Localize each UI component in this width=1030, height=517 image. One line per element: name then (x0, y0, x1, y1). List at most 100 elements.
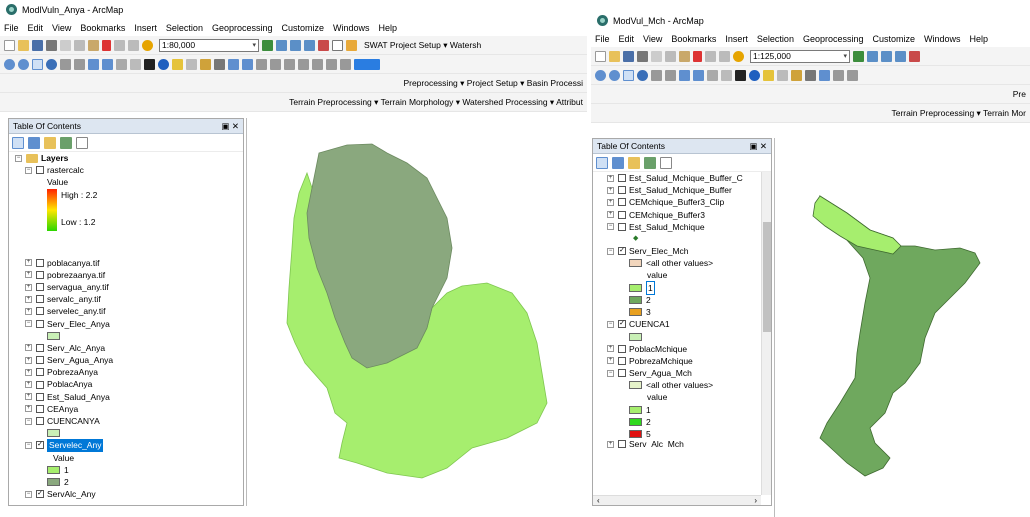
menu-customize[interactable]: Customize (282, 23, 325, 33)
layer-checkbox[interactable] (36, 166, 44, 175)
catalog-icon[interactable] (290, 39, 301, 51)
table-of-contents-icon[interactable] (276, 39, 287, 51)
layer-rastercalc[interactable]: − rastercalc (15, 164, 243, 176)
layer-cuenca1[interactable]: − ✓ CUENCA1 (607, 318, 771, 330)
scroll-left-icon[interactable]: ‹ (597, 496, 600, 505)
basin-icon[interactable] (340, 58, 351, 70)
archydro-menus[interactable]: Terrain Preprocessing ▾ Terrain Mor (892, 108, 1027, 119)
list-by-visibility-icon[interactable] (628, 156, 640, 169)
flow-accumulation-icon[interactable] (312, 58, 323, 70)
forward-extent-icon[interactable] (102, 58, 113, 70)
map-view[interactable] (774, 138, 1030, 517)
expand-icon[interactable]: + (25, 368, 32, 376)
color-ramp-icon[interactable] (354, 58, 380, 70)
add-data-icon[interactable] (142, 39, 153, 51)
copy-icon[interactable] (665, 50, 676, 62)
time-slider-icon[interactable] (833, 69, 844, 81)
layer-serv-alc-anya[interactable]: + Serv_Alc_Anya (15, 342, 243, 354)
layer-servalc-any[interactable]: − ✓ ServAlc_Any (15, 488, 243, 500)
editor-toolbar-icon[interactable] (262, 39, 273, 51)
select-features-icon[interactable] (707, 69, 718, 81)
layer-serv-alc-mch[interactable]: + Serv_Alc_Mch (607, 440, 771, 449)
model-builder-icon[interactable] (346, 39, 357, 51)
layer-checkbox-checked[interactable]: ✓ (618, 247, 626, 256)
editor-toolbar-icon[interactable] (853, 50, 864, 62)
expand-icon[interactable]: + (607, 186, 614, 194)
swat-project-setup-menu[interactable]: SWAT Project Setup ▾ Watersh (364, 40, 481, 51)
layer-est-salud-buffer-c[interactable]: + Est_Salud_Mchique_Buffer_C (607, 172, 771, 184)
collapse-icon[interactable]: − (25, 490, 32, 498)
layer-pobreza-anya[interactable]: + PobrezaAnya (15, 366, 243, 378)
list-by-selection-icon[interactable] (60, 136, 72, 149)
layer-checkbox[interactable] (36, 295, 44, 304)
zoom-out-icon[interactable] (18, 58, 29, 70)
layer-checkbox[interactable] (36, 404, 44, 413)
menu-edit[interactable]: Edit (28, 23, 44, 33)
collapse-icon[interactable]: − (25, 166, 32, 174)
undo-icon[interactable] (114, 39, 125, 51)
layer-cemchique-buffer3-clip[interactable]: + CEMchique_Buffer3_Clip (607, 196, 771, 208)
select-elements-icon[interactable] (144, 58, 155, 70)
paste-icon[interactable] (88, 39, 99, 51)
layer-checkbox[interactable] (36, 392, 44, 401)
expand-icon[interactable]: + (607, 345, 614, 353)
layer-cuencanya[interactable]: − CUENCANYA (15, 415, 243, 427)
cut-icon[interactable] (60, 39, 71, 51)
expand-icon[interactable]: + (25, 307, 32, 315)
layer-checkbox[interactable] (618, 440, 626, 449)
expand-icon[interactable]: + (607, 357, 614, 365)
layer-label-selected[interactable]: Servelec_Any (47, 439, 104, 452)
fixed-zoom-out-icon[interactable] (665, 69, 676, 81)
layer-checkbox[interactable] (618, 198, 626, 207)
scroll-right-icon[interactable]: › (754, 496, 757, 505)
layer-checkbox[interactable] (618, 356, 626, 365)
layer-checkbox[interactable] (36, 368, 44, 377)
layer-poblac-anya[interactable]: + PoblacAnya (15, 378, 243, 390)
fixed-zoom-in-icon[interactable] (651, 69, 662, 81)
expand-icon[interactable]: + (607, 440, 614, 448)
find-route-icon[interactable] (805, 69, 816, 81)
layer-servelec-any[interactable]: − ✓ Servelec_Any (15, 439, 243, 452)
menu-geoprocessing[interactable]: Geoprocessing (803, 34, 864, 44)
layer-checkbox[interactable] (36, 258, 44, 267)
map-canvas[interactable] (247, 118, 587, 506)
menu-help[interactable]: Help (970, 34, 989, 44)
hydrology-icon[interactable] (284, 58, 295, 70)
swat-menus[interactable]: Preprocessing ▾ Project Setup ▾ Basin Pr… (403, 78, 583, 89)
collapse-icon[interactable]: − (25, 441, 32, 449)
delete-icon[interactable] (693, 50, 702, 62)
time-slider-icon[interactable] (242, 58, 253, 70)
expand-icon[interactable]: + (25, 259, 32, 267)
zoom-in-icon[interactable] (4, 58, 15, 70)
collapse-icon[interactable]: − (607, 247, 614, 255)
list-by-drawing-order-icon[interactable] (596, 156, 608, 169)
layer-serv-agua-anya[interactable]: + Serv_Agua_Anya (15, 354, 243, 366)
layer-serv-elec-anya[interactable]: − Serv_Elec_Anya (15, 318, 243, 330)
expand-icon[interactable]: + (25, 381, 32, 389)
collapse-icon[interactable]: − (25, 417, 32, 425)
menu-insert[interactable]: Insert (134, 23, 157, 33)
pan-icon[interactable] (32, 58, 43, 70)
list-by-drawing-order-icon[interactable] (12, 136, 24, 149)
stream-link-icon[interactable] (326, 58, 337, 70)
layer-checkbox[interactable] (36, 283, 44, 292)
back-extent-icon[interactable] (88, 58, 99, 70)
layer-checkbox[interactable] (618, 186, 626, 195)
menu-customize[interactable]: Customize (873, 34, 916, 44)
cut-icon[interactable] (651, 50, 662, 62)
redo-icon[interactable] (128, 39, 139, 51)
menu-insert[interactable]: Insert (725, 34, 748, 44)
table-of-contents-icon[interactable] (867, 50, 878, 62)
layers-group[interactable]: − Layers (15, 152, 243, 164)
flow-direction-icon[interactable] (298, 58, 309, 70)
spatial-analyst-icon[interactable] (270, 58, 281, 70)
layer-checkbox[interactable] (618, 210, 626, 219)
select-features-icon[interactable] (116, 58, 127, 70)
menu-selection[interactable]: Selection (166, 23, 203, 33)
find-icon[interactable] (791, 69, 802, 81)
measure-icon[interactable] (186, 58, 197, 70)
layer-checkbox[interactable] (36, 356, 44, 365)
measure-icon[interactable] (777, 69, 788, 81)
expand-icon[interactable]: + (25, 393, 32, 401)
map-scale-dropdown[interactable]: 1:80,000 ▾ (159, 38, 259, 52)
